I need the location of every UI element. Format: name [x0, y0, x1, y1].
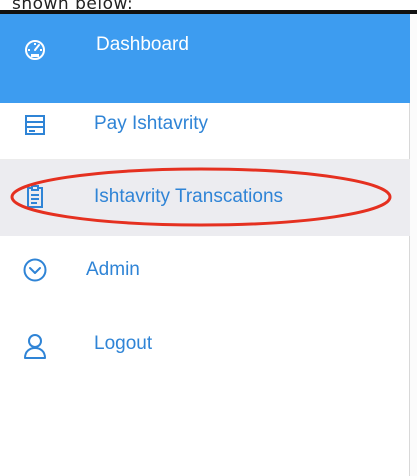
sidebar-item-label: Dashboard — [96, 34, 189, 55]
sidebar-item-label: Admin — [86, 259, 140, 280]
clipboard-icon — [18, 180, 52, 214]
sidebar-item-dashboard[interactable]: Dashboard — [0, 14, 410, 103]
sidebar-scroll-edge — [409, 14, 417, 476]
page: shown below: Dashboard Pay Ishtavrity Is… — [0, 0, 417, 476]
sidebar-item-label: Pay Ishtavrity — [94, 113, 209, 134]
sidebar-item-logout[interactable]: Logout — [0, 303, 410, 383]
receipt-icon — [18, 108, 52, 142]
sidebar-item-ishtavrity-transcations[interactable]: Ishtavrity Transcations — [0, 160, 410, 236]
sidebar-item-label: Logout — [94, 333, 153, 354]
dashboard-gauge-icon — [18, 32, 52, 66]
sidebar-item-admin[interactable]: Admin — [0, 237, 410, 303]
chevron-down-circle-icon — [18, 253, 52, 287]
sidebar-item-label: Ishtavrity Transcations — [94, 186, 284, 207]
sidebar-item-pay-ishtavrity[interactable]: Pay Ishtavrity — [0, 103, 410, 160]
user-icon — [18, 329, 52, 363]
